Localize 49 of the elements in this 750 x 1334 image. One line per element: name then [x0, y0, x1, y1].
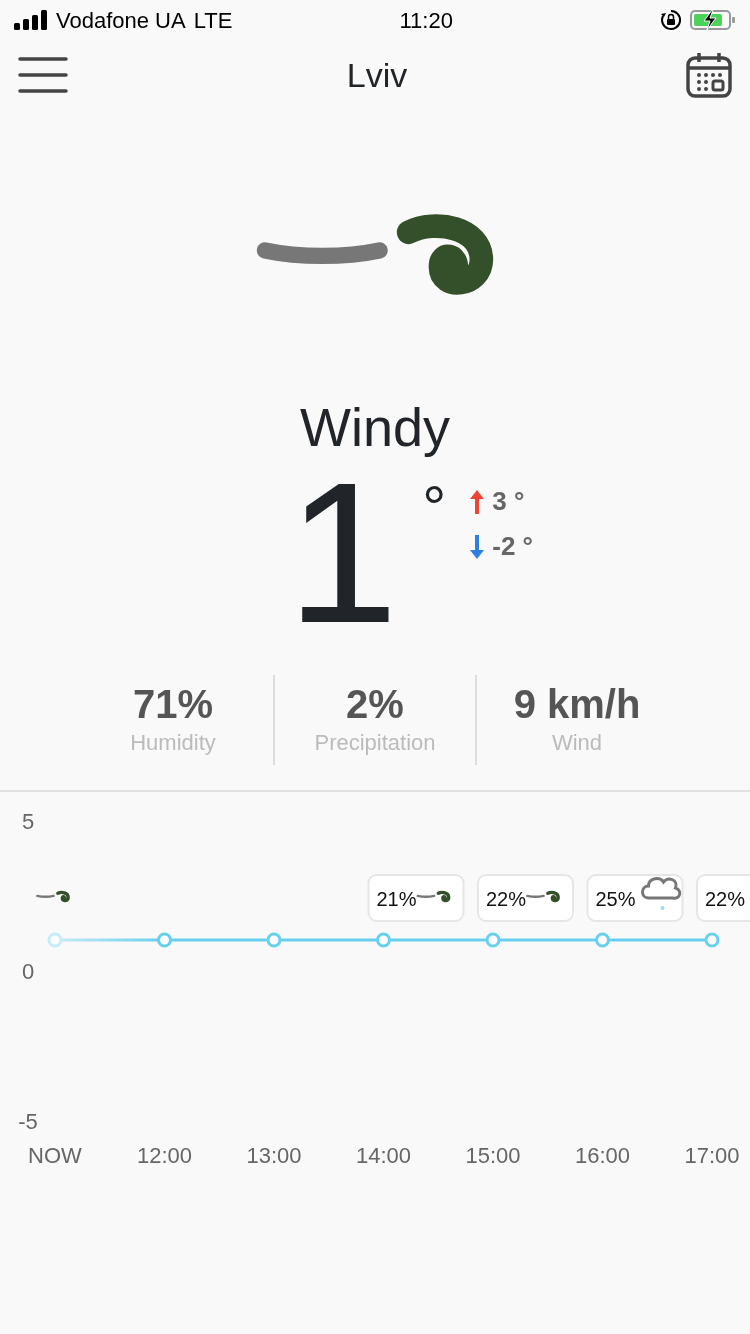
weather-condition: Windy — [300, 400, 450, 459]
axis-label: 16:00 — [574, 1143, 631, 1168]
battery-icon — [690, 9, 736, 31]
status-time: 11:20 — [399, 6, 453, 35]
axis-label: 14:00 — [355, 1143, 412, 1168]
degree-unit: ° — [422, 478, 447, 543]
network-type: LTE — [193, 6, 233, 35]
calendar-button[interactable] — [686, 52, 732, 98]
snow-cloud-icon — [641, 877, 682, 910]
data-point — [47, 932, 63, 948]
precipitation-chance: 25% — [595, 888, 636, 910]
axis-label: 5 — [21, 809, 35, 834]
axis-label: 17:00 — [684, 1143, 740, 1168]
precipitation-chance: 21% — [376, 888, 417, 910]
wind-icon — [416, 890, 451, 903]
axis-label: 12:00 — [136, 1143, 193, 1168]
precipitation-chance: 22% — [705, 888, 746, 910]
signal-icon — [14, 10, 48, 30]
stat-value: 2% — [346, 681, 404, 726]
low-temperature: -2 ° — [492, 530, 533, 563]
carrier-name: Vodafone UA — [56, 6, 186, 35]
stat-label: Wind — [551, 728, 603, 757]
wind-icon — [526, 890, 560, 903]
arrow-down-icon — [470, 534, 485, 559]
axis-label: 15:00 — [465, 1143, 521, 1168]
data-point — [157, 932, 172, 948]
stat-value: 71% — [132, 681, 214, 726]
arrow-up-icon — [470, 489, 485, 514]
precipitation-chance: 22% — [486, 888, 527, 910]
current-temperature: 1 — [287, 478, 399, 650]
data-point — [485, 932, 501, 948]
data-point — [376, 932, 391, 948]
axis-label: 13:00 — [246, 1143, 302, 1168]
rotation-lock-icon — [660, 9, 682, 31]
data-point — [266, 932, 282, 948]
data-point — [595, 932, 610, 948]
wind-icon — [36, 890, 70, 903]
axis-label: -5 — [18, 1109, 38, 1134]
data-point — [704, 932, 720, 948]
high-temperature: 3 ° — [492, 485, 525, 518]
stat-label: Precipitation — [314, 728, 436, 757]
menu-button[interactable] — [18, 56, 68, 94]
stat-value: 9 km/h — [513, 681, 641, 726]
axis-label: 0 — [21, 959, 35, 984]
badge-background — [696, 874, 750, 922]
wind-icon — [256, 214, 494, 295]
axis-label: NOW — [28, 1143, 82, 1168]
stat-label: Humidity — [130, 728, 216, 757]
city-title: Lviv — [346, 54, 408, 96]
